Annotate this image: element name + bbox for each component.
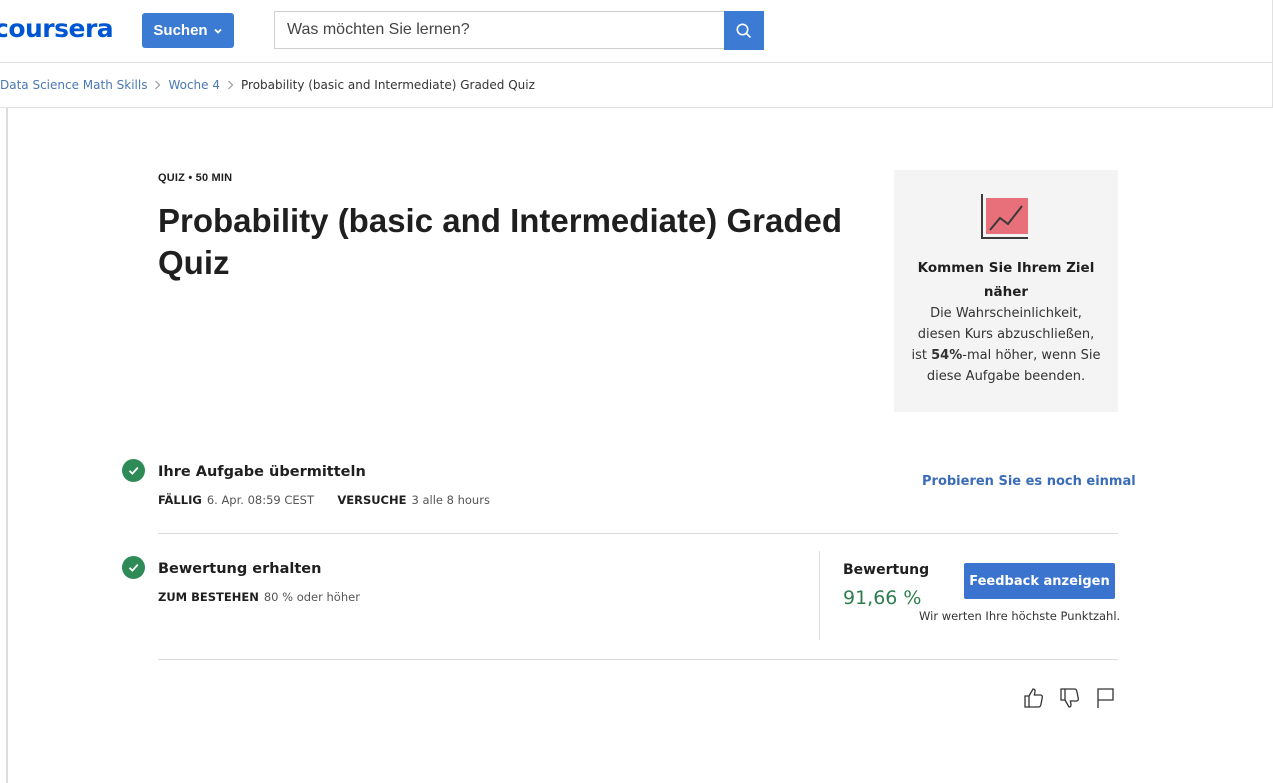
section-divider: [158, 533, 1118, 534]
goal-percent: 54%: [931, 348, 963, 363]
grade-divider: [819, 551, 820, 640]
sidebar-edge: [6, 108, 8, 783]
thumbs-up-icon[interactable]: [1022, 686, 1046, 710]
page-title: Probability (basic and Intermediate) Gra…: [158, 202, 842, 281]
breadcrumb-current: Probability (basic and Intermediate) Gra…: [241, 78, 535, 92]
search-submit-button[interactable]: [724, 11, 764, 50]
grade-value: 91,66 %: [843, 587, 922, 609]
coursera-logo[interactable]: coursera: [0, 12, 114, 46]
check-icon: [122, 556, 145, 579]
goal-text: Die Wahrscheinlichkeit, diesen Kurs abzu…: [908, 303, 1104, 387]
search-icon: [736, 23, 752, 38]
chevron-down-icon: [213, 28, 222, 34]
chevron-right-icon: [154, 80, 161, 90]
thumbs-down-icon[interactable]: [1058, 686, 1082, 710]
receive-grade-title: Bewertung erhalten: [158, 561, 322, 577]
attempts-value: 3 alle 8 hours: [411, 493, 490, 507]
check-icon: [122, 459, 145, 482]
progress-chart-icon: [981, 194, 1028, 239]
due-label: FÄLLIG: [158, 493, 202, 507]
goal-card: Kommen Sie Ihrem Ziel näher Die Wahrsche…: [894, 170, 1118, 412]
top-header: coursera Suchen: [0, 0, 1273, 63]
grade-note: Wir werten Ihre höchste Punktzahl.: [919, 609, 1121, 623]
submit-assignment-info: FÄLLIG 6. Apr. 08:59 CEST VERSUCHE 3 alle …: [158, 493, 490, 507]
retry-link[interactable]: Probieren Sie es noch einmal: [922, 474, 1136, 489]
breadcrumb-course[interactable]: Data Science Math Skills: [0, 78, 147, 92]
search-field[interactable]: [274, 11, 724, 49]
breadcrumb: Data Science Math Skills Woche 4 Probabi…: [0, 63, 1273, 108]
grade-label: Bewertung: [843, 562, 930, 578]
pass-label: ZUM BESTEHEN: [158, 590, 259, 604]
chevron-right-icon: [227, 80, 234, 90]
explore-button-label: Suchen: [153, 22, 208, 39]
due-value: 6. Apr. 08:59 CEST: [206, 493, 315, 507]
goal-heading: Kommen Sie Ihrem Ziel näher: [917, 260, 1095, 300]
breadcrumb-week[interactable]: Woche 4: [168, 78, 220, 92]
pass-value: 80 % oder höher: [263, 590, 360, 604]
search-input[interactable]: [285, 20, 724, 40]
attempts-label: VERSUCHE: [337, 493, 407, 507]
explore-dropdown-button[interactable]: Suchen: [142, 13, 234, 48]
submit-assignment-title: Ihre Aufgabe übermitteln: [158, 464, 366, 480]
view-feedback-button[interactable]: Feedback anzeigen: [964, 563, 1115, 599]
pass-requirement: ZUM BESTEHEN 80 % oder höher: [158, 590, 360, 604]
quiz-meta: QUIZ • 50 MIN: [158, 172, 233, 184]
section-divider: [158, 659, 1118, 660]
flag-icon[interactable]: [1094, 686, 1118, 710]
